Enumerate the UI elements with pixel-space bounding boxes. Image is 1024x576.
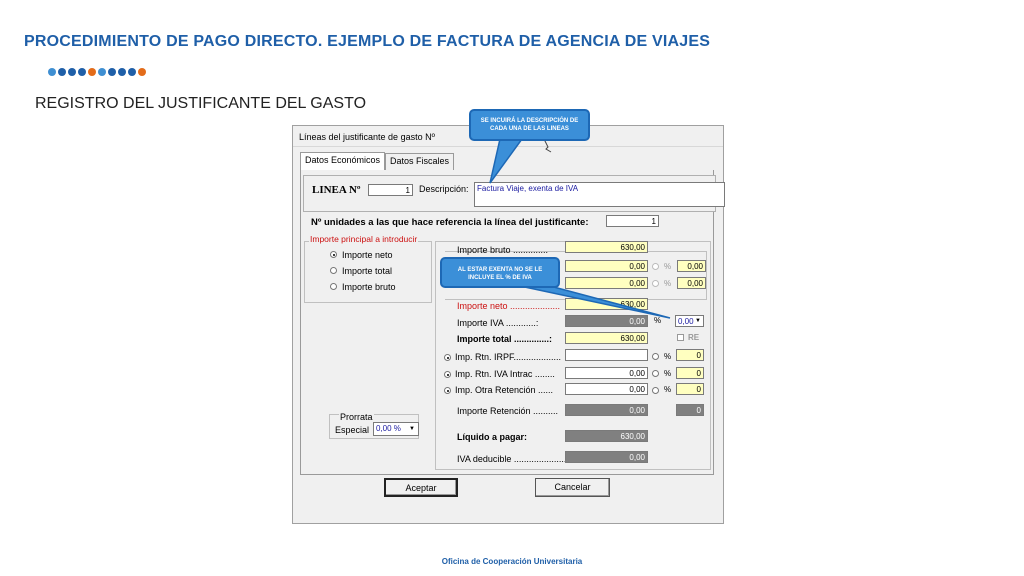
tab-datos-economicos[interactable]: Datos Económicos bbox=[300, 152, 386, 170]
footer-text: Oficina de Cooperación Universitaria bbox=[441, 557, 583, 566]
decorative-dot bbox=[78, 68, 86, 76]
especial-label: Especial bbox=[335, 425, 370, 435]
iva-deducible-field: 0,00 bbox=[565, 451, 648, 463]
decorative-dots bbox=[48, 68, 146, 76]
importe-total-label: Importe total ..............: bbox=[457, 334, 553, 344]
decorative-dot bbox=[138, 68, 146, 76]
linea-label: LINEA Nº bbox=[312, 184, 361, 196]
importe-neto-option-label: Importe neto bbox=[342, 250, 393, 260]
radio-importe-bruto[interactable] bbox=[330, 283, 337, 290]
importe-bruto-option-label: Importe bruto bbox=[342, 282, 396, 292]
decorative-dot bbox=[118, 68, 126, 76]
prorrata-select[interactable]: 0,00 % ▼ bbox=[373, 422, 419, 436]
rtn-irpf-field[interactable] bbox=[565, 349, 648, 361]
title-separator bbox=[293, 146, 723, 147]
importe-neto-label: Importe neto .................... bbox=[457, 301, 561, 311]
importe-iva-label: Importe IVA ............: bbox=[457, 318, 539, 328]
slide-subtitle: REGISTRO DEL JUSTIFICANTE DEL GASTO bbox=[35, 95, 367, 112]
iva-pct-select-value: 0,00 bbox=[678, 317, 694, 326]
decorative-dot bbox=[128, 68, 136, 76]
importe-principal-legend: Importe principal a introducir bbox=[309, 234, 419, 244]
importe-neto-field[interactable]: 630,00 bbox=[565, 298, 648, 310]
rtn-irpf-pct-radio[interactable] bbox=[652, 353, 659, 360]
importe-total-option-label: Importe total bbox=[342, 266, 393, 276]
lineas-dialog: Líneas del justificante de gasto Nº Dato… bbox=[292, 125, 725, 524]
rtn-otra-radio[interactable] bbox=[444, 387, 451, 394]
nunidades-field[interactable]: 1 bbox=[606, 215, 659, 227]
importe-retencion-field: 0,00 bbox=[565, 404, 648, 416]
rtn-irpf-pct-field[interactable]: 0 bbox=[676, 349, 704, 361]
decorative-dot bbox=[108, 68, 116, 76]
rtn-otra-pct-sign: % bbox=[664, 385, 672, 394]
decorative-dot bbox=[68, 68, 76, 76]
importe-retencion-extra: 0 bbox=[676, 404, 704, 416]
iva-deducible-label: IVA deducible ....................... bbox=[457, 454, 572, 464]
accept-button[interactable]: Aceptar bbox=[384, 478, 458, 497]
chevron-down-icon: ▼ bbox=[695, 318, 701, 324]
decorative-dot bbox=[58, 68, 66, 76]
rtn-otra-field[interactable]: 0,00 bbox=[565, 383, 648, 395]
importe-total-field[interactable]: 630,00 bbox=[565, 332, 648, 344]
rtn-irpf-radio[interactable] bbox=[444, 354, 451, 361]
decorative-dot bbox=[88, 68, 96, 76]
importe-retencion-label: Importe Retención .......... bbox=[457, 406, 559, 416]
slide-title: PROCEDIMIENTO DE PAGO DIRECTO. EJEMPLO D… bbox=[24, 33, 711, 50]
rtn-irpf-pct-sign: % bbox=[664, 352, 672, 361]
descripcion-field[interactable]: Factura Viaje, exenta de IVA bbox=[474, 182, 725, 207]
extra1-pct-field[interactable]: 0,00 bbox=[677, 260, 706, 272]
iva-pct-select[interactable]: 0,00 ▼ bbox=[675, 315, 704, 327]
dialog-title: Líneas del justificante de gasto Nº bbox=[299, 132, 435, 142]
radio-importe-neto[interactable] bbox=[330, 251, 337, 258]
descripcion-label: Descripción: bbox=[419, 184, 469, 194]
cancel-button[interactable]: Cancelar bbox=[535, 478, 610, 497]
rtn-irpf-label: Imp. Rtn. IRPF................... bbox=[455, 352, 562, 362]
importe-bruto-field[interactable]: 630,00 bbox=[565, 241, 648, 253]
radio-importe-total[interactable] bbox=[330, 267, 337, 274]
extra2-pct-radio[interactable] bbox=[652, 280, 659, 287]
re-checkbox[interactable] bbox=[677, 334, 684, 341]
extra1-field[interactable]: 0,00 bbox=[565, 260, 648, 272]
rtn-iva-pct-radio[interactable] bbox=[652, 370, 659, 377]
nunidades-label: Nº unidades a las que hace referencia la… bbox=[311, 217, 589, 228]
callout-exenta: AL ESTAR EXENTA NO SE LE INCLUYE EL % DE… bbox=[440, 257, 560, 288]
extra2-field[interactable]: 0,00 bbox=[565, 277, 648, 289]
importe-iva-field: 0,00 bbox=[565, 315, 648, 327]
extra2-pct-field[interactable]: 0,00 bbox=[677, 277, 706, 289]
rtn-otra-label: Imp. Otra Retención ...... bbox=[455, 385, 554, 395]
liquido-field: 630,00 bbox=[565, 430, 648, 442]
extra1-pct-radio[interactable] bbox=[652, 263, 659, 270]
rtn-otra-pct-field[interactable]: 0 bbox=[676, 383, 704, 395]
decorative-dot bbox=[98, 68, 106, 76]
chevron-down-icon: ▼ bbox=[409, 426, 415, 432]
linea-section: LINEA Nº 1 Descripción: Factura Viaje, e… bbox=[303, 175, 725, 212]
linea-number-field[interactable]: 1 bbox=[368, 184, 413, 196]
rtn-iva-pct-field[interactable]: 0 bbox=[676, 367, 704, 379]
importe-bruto-label: Importe bruto .............. bbox=[457, 245, 549, 255]
liquido-label: Líquido a pagar: bbox=[457, 432, 528, 442]
extra2-pct-sign: % bbox=[664, 279, 672, 288]
extra1-pct-sign: % bbox=[664, 262, 672, 271]
callout-descripcion: SE INCUIRÁ LA DESCRIPCIÓN DE CADA UNA DE… bbox=[469, 109, 590, 141]
tab-datos-fiscales[interactable]: Datos Fiscales bbox=[385, 153, 455, 170]
rtn-iva-label: Imp. Rtn. IVA Intrac ........ bbox=[455, 369, 555, 379]
re-label: RE bbox=[688, 333, 700, 342]
rtn-iva-field[interactable]: 0,00 bbox=[565, 367, 648, 379]
rtn-otra-pct-radio[interactable] bbox=[652, 387, 659, 394]
rtn-iva-radio[interactable] bbox=[444, 371, 451, 378]
prorrata-select-value: 0,00 % bbox=[376, 424, 401, 433]
decorative-dot bbox=[48, 68, 56, 76]
iva-pct-sign: % bbox=[654, 316, 662, 325]
prorrata-legend: Prorrata bbox=[339, 412, 374, 422]
rtn-iva-pct-sign: % bbox=[664, 369, 672, 378]
